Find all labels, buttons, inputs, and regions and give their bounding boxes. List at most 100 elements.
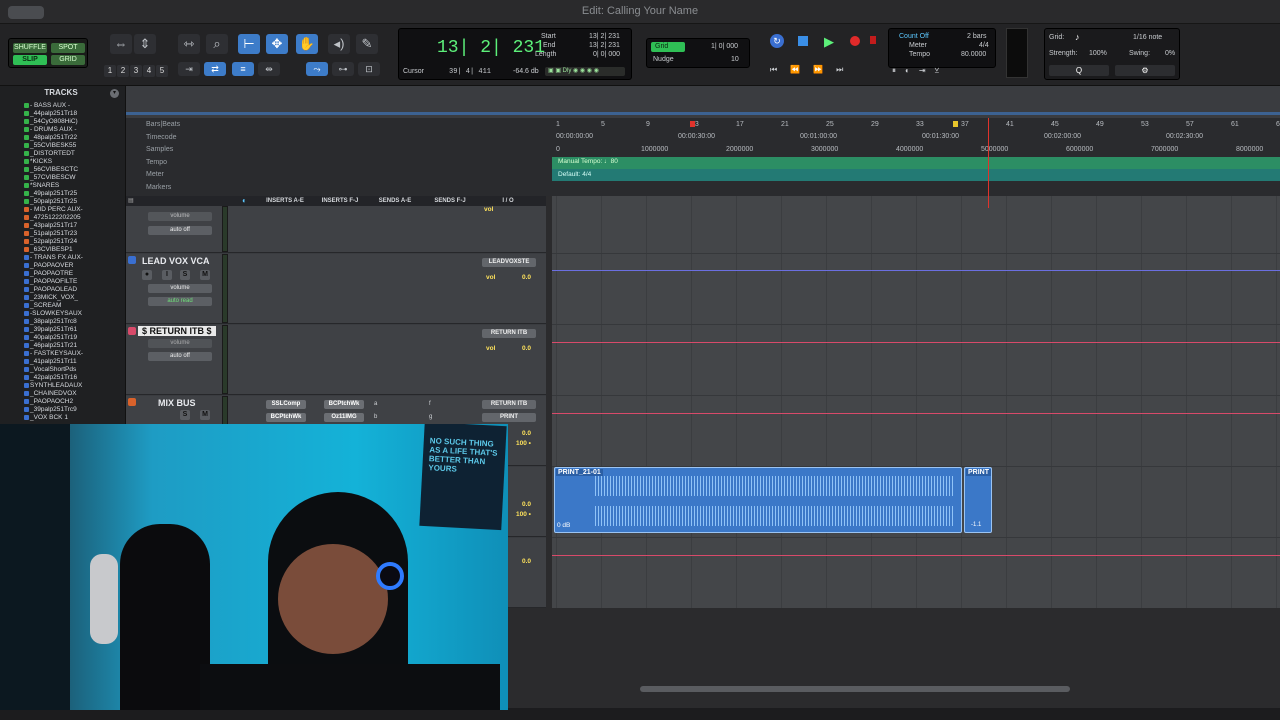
vol-value[interactable]: 0.0 xyxy=(522,345,531,352)
view-selector-icon[interactable]: ◐ xyxy=(242,196,247,205)
track-list-item[interactable]: _56CVIBESCTC xyxy=(24,166,78,174)
selector-tool-icon[interactable]: ✥ xyxy=(266,34,288,54)
end-marker[interactable] xyxy=(953,121,958,127)
record-arm-icon[interactable]: ● xyxy=(142,270,152,280)
track-list-item[interactable]: _PAOPAOTRE xyxy=(24,270,73,278)
clip-gain[interactable]: 0 dB xyxy=(557,522,570,529)
horizontal-scrollbar[interactable] xyxy=(640,686,1070,692)
track-list-item[interactable]: _43palp251Tr17 xyxy=(24,222,77,230)
track-list-item[interactable]: _39palp251Trc9 xyxy=(24,406,77,414)
track-list-item[interactable]: SYNTHLEADAUX xyxy=(24,382,82,390)
selection-end[interactable]: 13| 2| 231 xyxy=(589,42,620,49)
mute-button[interactable]: M xyxy=(200,410,210,420)
track-list-item[interactable]: _48palp251Tr22 xyxy=(24,134,77,142)
io-header[interactable]: I / O xyxy=(480,196,536,206)
track-list-item[interactable]: _PAOPAOCH2 xyxy=(24,398,73,406)
keyboard-focus-icon[interactable]: ⊶ xyxy=(332,62,354,76)
track-name[interactable]: LEAD VOX VCA xyxy=(142,256,210,266)
tempo-event[interactable]: Manual Tempo: ♩80 xyxy=(558,158,618,165)
meter-ruler-lane[interactable]: Default: 4/4 xyxy=(552,169,1280,181)
ruler-row-label[interactable]: Meter xyxy=(146,171,164,178)
track-list-item[interactable]: - BASS AUX - xyxy=(24,102,70,110)
track-list-item[interactable]: _46palp251Tr21 xyxy=(24,342,77,350)
view-dropdown[interactable]: volume xyxy=(148,284,212,293)
commands-focus-icon[interactable]: ⊡ xyxy=(358,62,380,76)
columns-view-icon[interactable]: ▤ xyxy=(128,197,134,204)
grid-settings-value[interactable]: 1/16 note xyxy=(1133,34,1162,41)
output-selector[interactable]: RETURN ITB xyxy=(482,329,536,338)
track-list-item[interactable]: -SLOWKEYSAUX xyxy=(24,310,82,318)
count-off-bars[interactable]: 2 bars xyxy=(967,33,986,40)
meter-value[interactable]: 4/4 xyxy=(979,42,989,49)
track-list-item[interactable]: _51palp251Tr23 xyxy=(24,230,77,238)
transport-bottom-row[interactable]: ⏮⏪⏩⏭ xyxy=(770,65,870,77)
loop-icon[interactable]: ↻ xyxy=(770,34,784,48)
grabber-tool-icon[interactable]: ✋ xyxy=(296,34,318,54)
track-list-item[interactable]: _55CVIBESK55 xyxy=(24,142,76,150)
track-list-item[interactable]: _4725122202205 xyxy=(24,214,81,222)
automation-dropdown[interactable]: auto off xyxy=(148,352,212,361)
nudge-value[interactable]: 10 xyxy=(731,56,739,63)
track-list-item[interactable]: _DISTORTEDT xyxy=(24,150,75,158)
vol-value[interactable]: 0.0 xyxy=(522,558,531,565)
track-list-item[interactable]: _49palp251Tr25 xyxy=(24,190,77,198)
count-off-label[interactable]: Count Off xyxy=(899,33,929,40)
sends-ae-header[interactable]: SENDS A-E xyxy=(370,196,420,206)
pencil-tool-icon[interactable]: ✎ xyxy=(356,34,378,54)
scrubber-tool-icon[interactable]: ◂) xyxy=(328,34,350,54)
send-a[interactable]: a xyxy=(374,401,377,407)
sends-fj-header[interactable]: SENDS F-J xyxy=(425,196,475,206)
track-list-item[interactable]: _42palp251Tr16 xyxy=(24,374,77,382)
track-list-item[interactable]: _PAOPAOLEAD xyxy=(24,286,77,294)
zoom-preset-1[interactable]: 1 xyxy=(104,65,116,77)
insert-slot-a[interactable]: SSLComp xyxy=(266,400,306,409)
output-selector[interactable]: LEADVOXSTE xyxy=(482,258,536,267)
track-list-item[interactable]: _23MICK_VOX_ xyxy=(24,294,78,302)
audio-clip[interactable]: PRINT_21-01 0 dB xyxy=(554,467,962,533)
track-list-item[interactable]: _50palp251Tr25 xyxy=(24,198,77,206)
track-name[interactable]: MIX BUS xyxy=(158,398,196,408)
track-list-item[interactable]: _PAOPAOFILTE xyxy=(24,278,77,286)
midi-controls[interactable]: ⏸◐⇥⊻ xyxy=(892,66,992,78)
zoom-out-icon[interactable]: ⇔ xyxy=(110,34,132,54)
track-list-item[interactable]: _39palp251Tr61 xyxy=(24,326,77,334)
zoom-preset-2[interactable]: 2 xyxy=(117,65,129,77)
send-g[interactable]: g xyxy=(429,414,432,420)
solo-button[interactable]: S xyxy=(180,270,190,280)
meter-event[interactable]: Default: 4/4 xyxy=(558,171,591,178)
input-selector[interactable]: RETURN ITB xyxy=(482,400,536,409)
vol-value[interactable]: 0.0 xyxy=(522,501,531,508)
link-timeline-icon[interactable]: ⇄ xyxy=(204,62,226,76)
zoom-in-icon[interactable]: ⇕ xyxy=(134,34,156,54)
ruler-row-label[interactable]: Timecode xyxy=(146,134,176,141)
track-list-item[interactable]: _SCREAM xyxy=(24,302,61,310)
track-list-item[interactable]: _41palp251Tr11 xyxy=(24,358,77,366)
track-list-item[interactable]: - DRUMS AUX - xyxy=(24,126,77,134)
output-selector[interactable]: PRINT xyxy=(482,413,536,422)
ruler-row-label[interactable]: Tempo xyxy=(146,159,167,166)
track-list-item[interactable]: _38palp251Trc8 xyxy=(24,318,77,326)
track-list-item[interactable]: _PAOPAOVER xyxy=(24,262,73,270)
track-list-item[interactable]: _52palp251Tr24 xyxy=(24,238,77,246)
ruler-row-label[interactable]: Bars|Beats xyxy=(146,121,180,128)
track-list-item[interactable]: _63CVIBESP1 xyxy=(24,246,73,254)
record-mode-icon[interactable] xyxy=(870,36,876,44)
grid-mode-button[interactable]: GRID xyxy=(51,55,85,65)
pan-value[interactable]: 100 • xyxy=(516,511,531,518)
stop-button[interactable] xyxy=(798,36,808,46)
audio-clip-tail[interactable]: PRINT -1.1 xyxy=(964,467,992,533)
zoom-preset-3[interactable]: 3 xyxy=(130,65,142,77)
zoomer-tool-icon[interactable]: ⌕ xyxy=(206,34,228,54)
track-list-item[interactable]: _40palp251Tr19 xyxy=(24,334,77,342)
return-volume-line[interactable] xyxy=(552,342,1280,343)
last-volume-line[interactable] xyxy=(552,555,1280,556)
track-name-selected[interactable]: $ RETURN ITB $ xyxy=(138,326,216,336)
track-list-item[interactable]: _VOX BCK 1 xyxy=(24,414,68,422)
view-dropdown[interactable]: volume xyxy=(148,339,212,348)
solo-button[interactable]: S xyxy=(180,410,190,420)
tempo-value[interactable]: 80.0000 xyxy=(961,51,986,58)
selection-start[interactable]: 13| 2| 231 xyxy=(589,33,620,40)
play-button[interactable]: ▶ xyxy=(824,34,834,50)
playhead-handle[interactable] xyxy=(690,121,695,127)
zoom-toggle-icon[interactable]: ⇿ xyxy=(178,34,200,54)
